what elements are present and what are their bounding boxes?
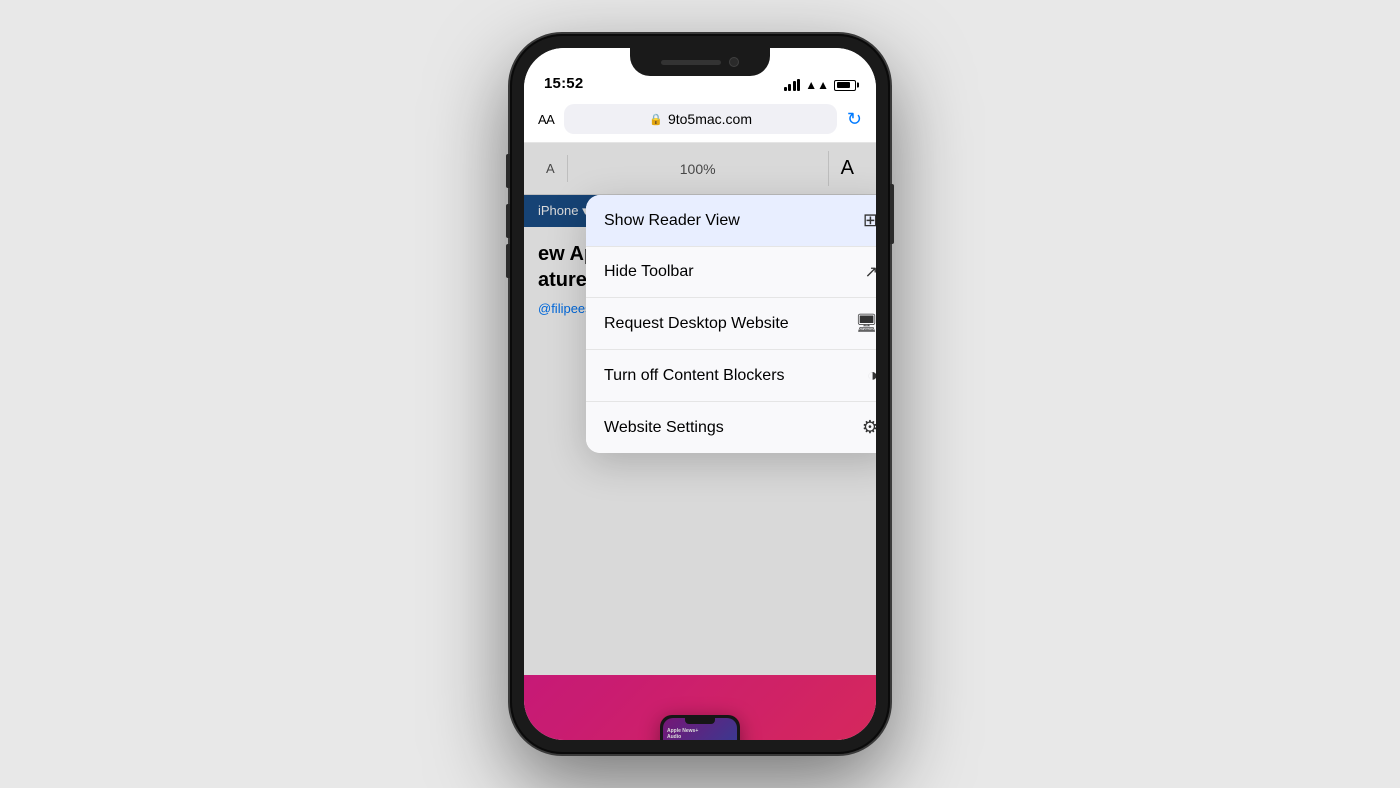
menu-item-content-blockers[interactable]: Turn off Content Blockers ◑	[586, 350, 876, 402]
menu-item-desktop-site[interactable]: Request Desktop Website 🖥	[586, 298, 876, 350]
battery-fill	[837, 82, 851, 88]
menu-item-desktop-site-label: Request Desktop Website	[604, 315, 789, 333]
notch-speaker	[661, 60, 721, 65]
status-icons: ▲▲	[784, 78, 856, 92]
menu-item-content-blockers-icon: ◑	[867, 365, 876, 386]
menu-item-content-blockers-label: Turn off Content Blockers	[604, 367, 785, 385]
signal-bar-3	[793, 81, 796, 91]
menu-item-desktop-site-icon: 🖥	[855, 313, 876, 334]
phone-wrapper: 15:52 ▲▲ AA 🔒	[510, 34, 890, 754]
url-bar[interactable]: 🔒 9to5mac.com	[564, 104, 837, 134]
menu-item-hide-toolbar-icon: ↗	[865, 262, 876, 282]
screen-layout: A 100% A iPhone ▾ › Watch › ew Appleatur…	[524, 143, 876, 740]
menu-item-hide-toolbar[interactable]: Hide Toolbar ↗	[586, 247, 876, 298]
notch-camera	[729, 57, 739, 67]
address-bar: AA 🔒 9to5mac.com ↻	[524, 98, 876, 143]
menu-item-hide-toolbar-label: Hide Toolbar	[604, 263, 694, 281]
menu-item-website-settings[interactable]: Website Settings ⚙	[586, 402, 876, 453]
page-background: 15:52 ▲▲ AA 🔒	[0, 0, 1400, 788]
phone-screen: 15:52 ▲▲ AA 🔒	[524, 48, 876, 740]
lock-icon: 🔒	[649, 113, 663, 126]
aa-button[interactable]: AA	[538, 112, 554, 127]
notch	[630, 48, 770, 76]
signal-bar-4	[797, 79, 800, 91]
url-text: 9to5mac.com	[668, 111, 752, 127]
menu-item-reader-view[interactable]: Show Reader View ⊞	[586, 195, 876, 247]
wifi-icon: ▲▲	[805, 78, 829, 92]
signal-icon	[784, 79, 801, 91]
menu-item-reader-view-icon: ⊞	[863, 210, 876, 231]
signal-bar-2	[788, 84, 791, 91]
menu-item-reader-view-label: Show Reader View	[604, 212, 740, 230]
menu-item-website-settings-label: Website Settings	[604, 419, 724, 437]
reload-button[interactable]: ↻	[847, 109, 862, 130]
signal-bar-1	[784, 87, 787, 91]
menu-item-website-settings-icon: ⚙	[862, 417, 876, 438]
status-time: 15:52	[544, 75, 583, 92]
battery-icon	[834, 80, 856, 91]
dropdown-menu: Show Reader View ⊞ Hide Toolbar ↗ Reques…	[586, 195, 876, 453]
